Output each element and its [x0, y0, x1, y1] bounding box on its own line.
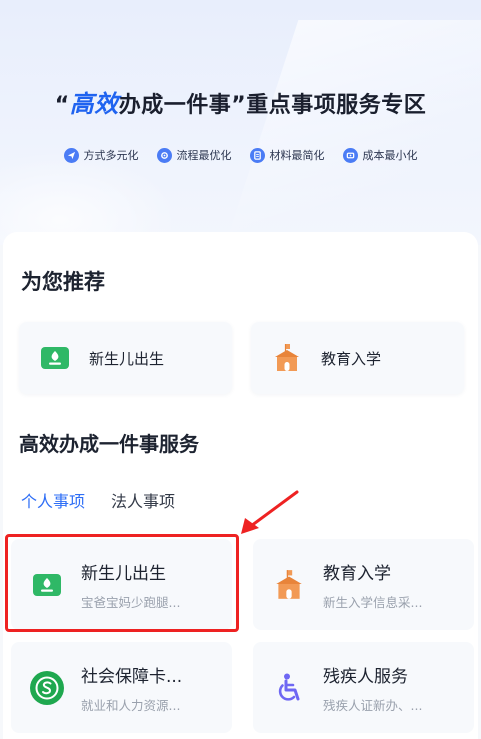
- service-item-name: 新生儿出生: [81, 563, 166, 584]
- recommend-title: 为您推荐: [21, 270, 105, 294]
- main-content: 为您推荐 新生儿出生 教育入学 高效办成一件事服务 个人事项 法人事项 新生儿出…: [3, 232, 478, 739]
- services-tabs: 个人事项 法人事项: [21, 488, 175, 512]
- service-item-text: 残疾人服务 残疾人证新办、...: [323, 662, 422, 714]
- tag-label: 成本最小化: [362, 149, 418, 162]
- service-item-social-security-card[interactable]: 社会保障卡... 就业和人力资源...: [11, 642, 232, 733]
- banner-tags: 方式多元化 流程最优化 材料最简化 成本最小化: [0, 147, 481, 163]
- tag-materials: 材料最简化: [249, 147, 325, 163]
- send-icon: [63, 147, 79, 163]
- service-item-text: 社会保障卡... 就业和人力资源...: [81, 662, 182, 714]
- banner-title-highlight: 高效: [69, 90, 119, 118]
- accessibility-icon: [269, 668, 309, 708]
- service-item-name: 残疾人服务: [323, 666, 408, 687]
- service-item-name: 教育入学: [323, 563, 391, 584]
- social-security-icon: [27, 668, 67, 708]
- newborn-icon: [27, 565, 67, 605]
- school-icon: [269, 565, 309, 605]
- annotation-arrow: [241, 490, 299, 534]
- school-icon: [269, 340, 305, 376]
- cost-icon: [342, 147, 358, 163]
- tag-process: 流程最优化: [156, 147, 232, 163]
- services-title: 高效办成一件事服务: [19, 432, 199, 456]
- recommend-item-label: 教育入学: [321, 349, 382, 368]
- newborn-icon: [37, 340, 73, 376]
- service-item-name: 社会保障卡...: [81, 666, 183, 687]
- tag-label: 流程最优化: [176, 149, 232, 162]
- service-item-desc: 新生入学信息采...: [323, 594, 423, 610]
- service-item-text: 教育入学 新生入学信息采...: [323, 559, 422, 611]
- document-icon: [249, 147, 265, 163]
- recommend-item-label: 新生儿出生: [89, 349, 165, 368]
- service-item-desc: 残疾人证新办、...: [323, 697, 423, 713]
- service-item-desc: 就业和人力资源...: [81, 697, 181, 713]
- recommend-item-school[interactable]: 教育入学: [251, 322, 464, 394]
- tag-label: 方式多元化: [83, 149, 139, 162]
- service-item-desc: 宝爸宝妈少跑腿...: [81, 594, 181, 610]
- banner-title-rest: 办成一件事”重点事项服务专区: [118, 93, 427, 118]
- service-item-newborn[interactable]: 新生儿出生 宝爸宝妈少跑腿...: [11, 539, 232, 630]
- page: “高效办成一件事”重点事项服务专区 方式多元化 流程最优化 材料最简化 成本最小…: [0, 0, 481, 739]
- service-item-text: 新生儿出生 宝爸宝妈少跑腿...: [81, 559, 180, 611]
- banner-title: “高效办成一件事”重点事项服务专区: [0, 84, 481, 119]
- tab-personal[interactable]: 个人事项: [21, 488, 85, 512]
- recommend-item-newborn[interactable]: 新生儿出生: [19, 322, 232, 394]
- service-item-disability[interactable]: 残疾人服务 残疾人证新办、...: [253, 642, 474, 733]
- tab-legal-entity[interactable]: 法人事项: [111, 488, 175, 512]
- tag-method: 方式多元化: [63, 147, 139, 163]
- banner-title-quote: “: [54, 93, 70, 118]
- tag-label: 材料最简化: [269, 149, 325, 162]
- tag-cost: 成本最小化: [342, 147, 418, 163]
- banner: “高效办成一件事”重点事项服务专区 方式多元化 流程最优化 材料最简化 成本最小…: [0, 0, 481, 245]
- process-icon: [156, 147, 172, 163]
- service-item-school[interactable]: 教育入学 新生入学信息采...: [253, 539, 474, 630]
